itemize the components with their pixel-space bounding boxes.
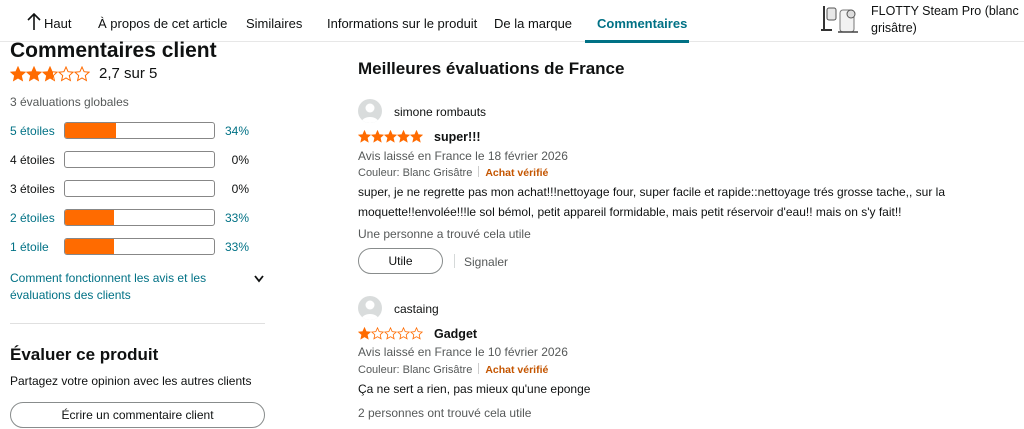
star-icon [410, 130, 423, 143]
histogram-bar[interactable] [64, 238, 215, 255]
section-divider [10, 323, 265, 324]
histogram-bar[interactable] [64, 122, 215, 139]
review-stars[interactable] [358, 130, 423, 143]
review-variant: Couleur: Blanc Grisâtre Achat vérifié [358, 363, 548, 376]
histogram-row: 4 étoiles 0% [10, 151, 265, 169]
histogram-bar[interactable] [64, 209, 215, 226]
arrow-up-icon [27, 13, 41, 30]
star-icon [74, 66, 90, 82]
star-icon [371, 130, 384, 143]
histogram-row[interactable]: 1 étoile 33% [10, 238, 265, 256]
review-title[interactable]: super!!! [434, 130, 481, 144]
verified-purchase-badge: Achat vérifié [485, 167, 549, 179]
histogram-bar [64, 180, 215, 197]
top-nav: Haut À propos de cet article Similaires … [0, 0, 1024, 43]
star-icon [58, 66, 74, 82]
review-variant: Couleur: Blanc Grisâtre Achat vérifié [358, 166, 548, 179]
review-color: Couleur: Blanc Grisâtre [358, 364, 473, 376]
star-icon [358, 130, 371, 143]
review-date: Avis laissé en France le 18 février 2026 [358, 149, 568, 163]
product-title[interactable]: FLOTTY Steam Pro (blanc grisâtre) [871, 3, 1021, 37]
tab-haut[interactable]: Haut [44, 16, 71, 31]
share-opinion-text: Partagez votre opinion avec les autres c… [10, 374, 252, 388]
histogram-star-label: 3 étoiles [10, 182, 55, 196]
histogram-star-label[interactable]: 1 étoile [10, 240, 49, 254]
action-separator [454, 254, 455, 268]
verified-purchase-badge: Achat vérifié [485, 364, 549, 376]
star-icon [371, 327, 384, 340]
star-icon [10, 66, 26, 82]
evaluate-product-heading: Évaluer ce produit [10, 345, 159, 364]
histogram-percent[interactable]: 33% [225, 240, 249, 254]
tab-commentaires[interactable]: Commentaires [597, 16, 687, 31]
review-author[interactable]: simone rombauts [394, 105, 486, 119]
write-review-button[interactable]: Écrire un commentaire client [10, 402, 265, 428]
histogram-row[interactable]: 5 étoiles 34% [10, 122, 265, 140]
histogram-percent: 0% [231, 153, 249, 167]
histogram-bar-fill [65, 239, 115, 254]
active-tab-indicator [585, 40, 689, 43]
helpful-button[interactable]: Utile [358, 248, 443, 274]
histogram-percent: 0% [231, 182, 249, 196]
histogram-bar-fill [65, 210, 115, 225]
star-icon [384, 130, 397, 143]
histogram-star-label[interactable]: 5 étoiles [10, 124, 55, 138]
how-reviews-work-link[interactable]: Comment fonctionnent les avis et les éva… [10, 270, 225, 304]
histogram-star-label[interactable]: 2 étoiles [10, 211, 55, 225]
chevron-down-icon[interactable] [253, 274, 265, 284]
histogram-row: 3 étoiles 0% [10, 180, 265, 198]
review-helpful-count: Une personne a trouvé cela utile [358, 227, 531, 241]
tab-de-la-marque[interactable]: De la marque [494, 16, 572, 31]
histogram-star-label: 4 étoiles [10, 153, 55, 167]
total-ratings-count: 3 évaluations globales [10, 95, 129, 109]
histogram-bar [64, 151, 215, 168]
star-icon [410, 327, 423, 340]
star-icon [358, 327, 371, 340]
customer-reviews-heading: Commentaires client [10, 39, 217, 62]
user-avatar-icon [358, 99, 382, 123]
star-icon [397, 130, 410, 143]
star-icon [42, 66, 58, 82]
average-rating-text: 2,7 sur 5 [99, 65, 158, 82]
review-date: Avis laissé en France le 10 février 2026 [358, 345, 568, 359]
average-rating-stars [10, 66, 90, 82]
tab-similaires[interactable]: Similaires [246, 16, 302, 31]
histogram-bar-fill [65, 123, 116, 138]
histogram-percent[interactable]: 34% [225, 124, 249, 138]
star-icon [26, 66, 42, 82]
review-body: Ça ne sert a rien, pas mieux qu'une epon… [358, 382, 591, 396]
tab-a-propos[interactable]: À propos de cet article [98, 16, 227, 31]
report-link[interactable]: Signaler [464, 255, 508, 269]
review-title[interactable]: Gadget [434, 327, 477, 341]
review-body: super, je ne regrette pas mon achat!!!ne… [358, 185, 946, 219]
star-icon [397, 327, 410, 340]
star-icon [384, 327, 397, 340]
tab-informations-produit[interactable]: Informations sur le produit [327, 16, 477, 31]
histogram-percent[interactable]: 33% [225, 211, 249, 225]
review-item: simone rombauts super!!! Avis laissé en … [358, 99, 998, 279]
review-color: Couleur: Blanc Grisâtre [358, 167, 473, 179]
review-item: castaing Gadget Avis laissé en France le… [358, 296, 998, 429]
user-avatar-icon [358, 296, 382, 320]
product-thumbnail[interactable] [818, 0, 862, 38]
review-author[interactable]: castaing [394, 302, 439, 316]
histogram-row[interactable]: 2 étoiles 33% [10, 209, 265, 227]
review-helpful-count: 2 personnes ont trouvé cela utile [358, 406, 532, 420]
review-stars[interactable] [358, 327, 423, 340]
top-reviews-heading: Meilleures évaluations de France [358, 59, 625, 78]
